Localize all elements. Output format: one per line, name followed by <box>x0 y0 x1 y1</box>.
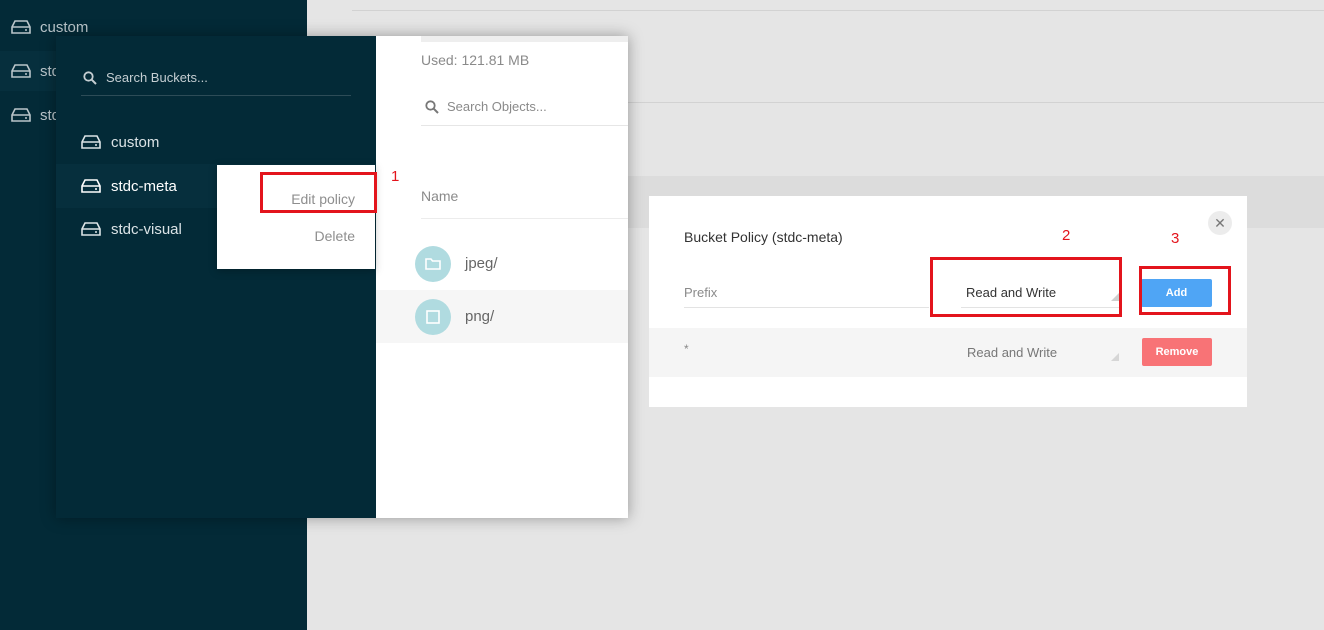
object-row[interactable]: jpeg/ <box>376 237 628 290</box>
menu-item-delete[interactable]: Delete <box>315 228 355 244</box>
drive-icon <box>11 64 31 78</box>
top-strip <box>421 36 628 42</box>
annotation-box-1 <box>260 172 377 213</box>
bucket-sidebar: custom stdc-meta stdc-visual <box>56 36 376 518</box>
bucket-item-label: stdc-visual <box>111 220 182 238</box>
storage-used: Used: 121.81 MB <box>421 52 530 68</box>
policy-row-prefix: * <box>684 342 689 356</box>
select-grip-icon <box>1111 353 1119 361</box>
bucket-browser-window: custom stdc-meta stdc-visual Used: 121.8… <box>56 36 628 518</box>
bg-sidebar-item-label: custom <box>40 18 89 36</box>
drive-icon <box>11 108 31 122</box>
annotation-box-2 <box>930 257 1122 317</box>
drive-icon <box>81 135 101 149</box>
drive-icon <box>11 20 31 34</box>
search-icon <box>83 70 97 85</box>
divider <box>421 218 628 219</box>
object-row[interactable]: png/ <box>376 290 628 343</box>
folder-icon <box>415 245 451 282</box>
policy-row-select-value: Read and Write <box>967 344 1058 360</box>
search-icon <box>425 99 439 114</box>
bucket-item-custom[interactable]: custom <box>56 120 376 164</box>
modal-title: Bucket Policy (stdc-meta) <box>684 229 843 245</box>
close-icon: ✕ <box>1214 214 1226 231</box>
policy-row-select[interactable]: Read and Write <box>961 337 1119 367</box>
search-objects-input[interactable] <box>447 99 627 114</box>
drive-icon <box>81 222 101 236</box>
annotation-number: 2 <box>1062 227 1071 244</box>
search-buckets <box>81 60 351 96</box>
annotation-box-3 <box>1139 266 1231 315</box>
remove-button[interactable]: Remove <box>1142 338 1212 366</box>
file-icon <box>415 298 451 335</box>
bucket-item-label: stdc-meta <box>111 177 177 195</box>
annotation-number: 3 <box>1171 230 1180 247</box>
divider <box>352 10 1324 11</box>
object-list-panel: Used: 121.81 MB Name jpeg/ png/ <box>376 36 628 518</box>
close-button[interactable]: ✕ <box>1208 211 1232 235</box>
column-header-name[interactable]: Name <box>421 188 458 204</box>
drive-icon <box>81 179 101 193</box>
bucket-item-label: custom <box>111 133 160 151</box>
search-buckets-input[interactable] <box>106 70 336 85</box>
search-objects <box>421 88 628 126</box>
prefix-input[interactable] <box>684 278 929 308</box>
annotation-number: 1 <box>391 168 400 185</box>
object-name: jpeg/ <box>465 255 498 272</box>
policy-row: * Remove <box>649 328 1247 377</box>
object-name: png/ <box>465 308 495 325</box>
